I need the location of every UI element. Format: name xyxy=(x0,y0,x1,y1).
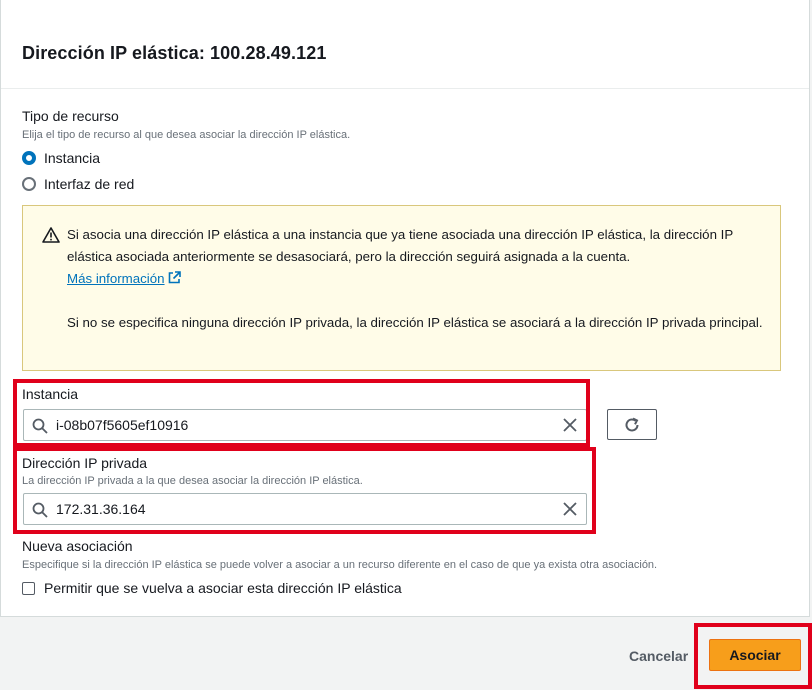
external-link-icon[interactable] xyxy=(168,271,182,284)
radio-network-interface-control[interactable] xyxy=(22,177,36,191)
cancel-button[interactable]: Cancelar xyxy=(629,648,688,664)
private-ip-description: La dirección IP privada a la que desea a… xyxy=(22,475,363,487)
instance-value[interactable]: i-08b07f5605ef10916 xyxy=(56,417,188,433)
panel-header: Dirección IP elástica: 100.28.49.121 xyxy=(1,0,809,89)
instance-search-input[interactable]: i-08b07f5605ef10916 xyxy=(23,409,587,441)
private-ip-search-input[interactable]: 172.31.36.164 xyxy=(23,493,587,525)
alert-message-2: Si no se especifica ninguna dirección IP… xyxy=(67,315,763,330)
instance-label: Instancia xyxy=(22,386,79,402)
allow-reassociation-checkbox-row[interactable]: Permitir que se vuelva a asociar esta di… xyxy=(22,580,402,596)
refresh-button[interactable] xyxy=(607,409,657,440)
more-info-link[interactable]: Más información xyxy=(67,271,165,286)
allow-reassociation-label[interactable]: Permitir que se vuelva a asociar esta di… xyxy=(44,580,402,596)
warning-alert: Si asocia una dirección IP elástica a un… xyxy=(22,205,781,371)
close-icon[interactable] xyxy=(562,501,578,517)
alert-message: Si asocia una dirección IP elástica a un… xyxy=(67,227,733,264)
associate-eip-panel: Dirección IP elástica: 100.28.49.121 Tip… xyxy=(0,0,810,617)
reassociation-label: Nueva asociación xyxy=(22,538,133,554)
alert-text-block: Si asocia una dirección IP elástica a un… xyxy=(67,224,772,290)
radio-instance-label: Instancia xyxy=(44,150,101,166)
warning-icon xyxy=(42,227,60,243)
search-icon xyxy=(32,502,48,518)
refresh-icon[interactable] xyxy=(623,416,641,434)
radio-network-interface-label: Interfaz de red xyxy=(44,176,135,192)
reassociation-description: Especifique si la dirección IP elástica … xyxy=(22,559,658,571)
more-info-link-label[interactable]: Más información xyxy=(67,271,165,286)
radio-network-interface[interactable]: Interfaz de red xyxy=(22,176,134,192)
allow-reassociation-checkbox[interactable] xyxy=(22,581,35,595)
radio-instance[interactable]: Instancia xyxy=(22,150,100,166)
private-ip-value[interactable]: 172.31.36.164 xyxy=(56,501,146,517)
associate-button[interactable]: Asociar xyxy=(709,639,801,671)
page-title: Dirección IP elástica: 100.28.49.121 xyxy=(22,43,327,63)
private-ip-label: Dirección IP privada xyxy=(22,455,148,471)
search-icon xyxy=(32,418,48,434)
radio-instance-control[interactable] xyxy=(22,151,36,165)
close-icon[interactable] xyxy=(562,417,578,433)
resource-type-label: Tipo de recurso xyxy=(22,108,119,124)
resource-type-description: Elija el tipo de recurso al que desea as… xyxy=(22,129,351,141)
